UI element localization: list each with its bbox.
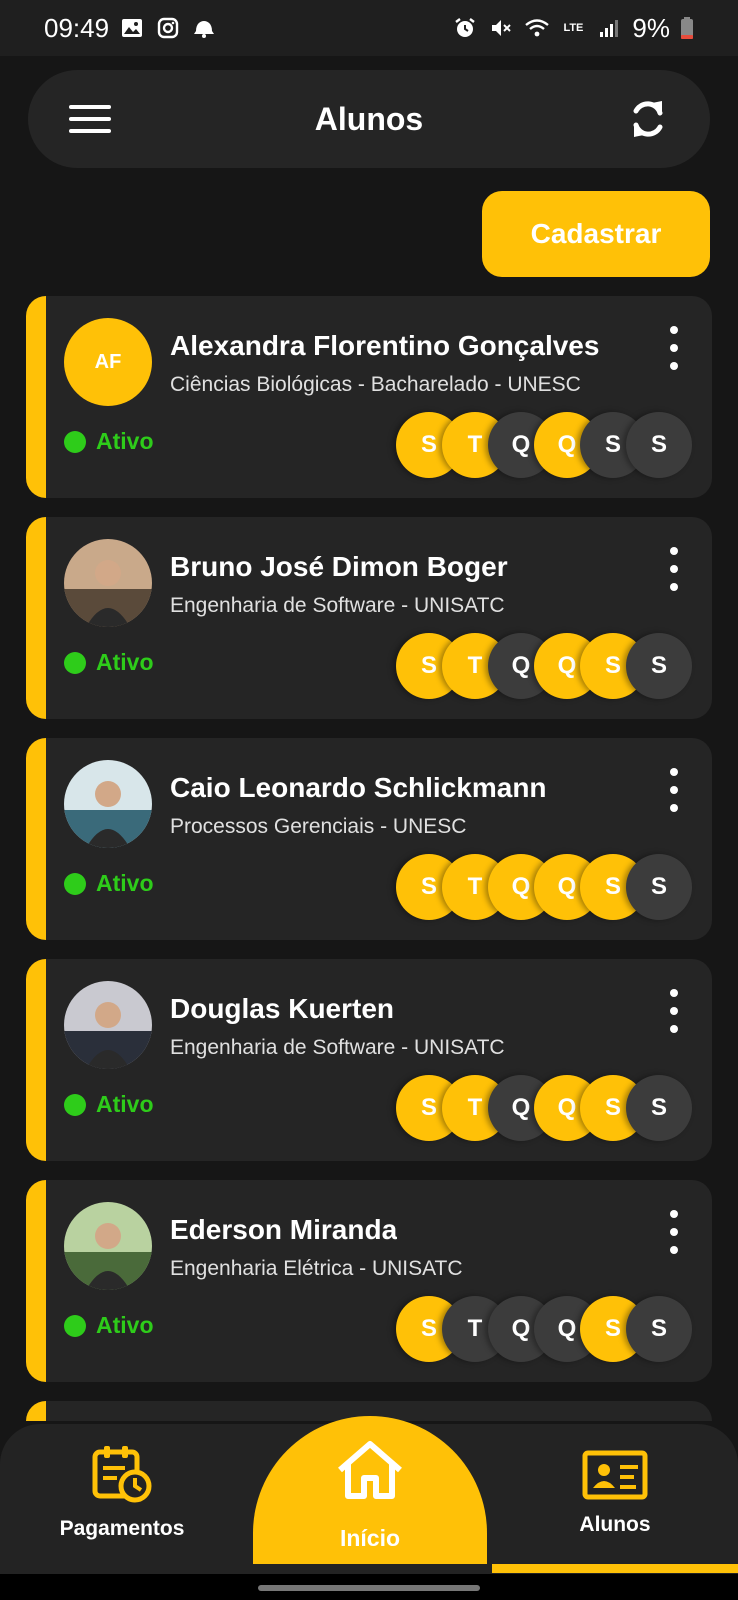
status-dot-icon	[64, 430, 86, 453]
status-time: 09:49	[44, 12, 110, 43]
student-course: Engenharia Elétrica - UNISATC	[170, 1257, 463, 1280]
student-card[interactable]: Bruno José Dimon Boger Engenharia de Soft…	[26, 517, 712, 719]
nav-alunos[interactable]: Alunos	[515, 1424, 715, 1574]
student-name: Alexandra Florentino Gonçalves	[170, 330, 600, 361]
status-label: Ativo	[96, 1091, 154, 1117]
status-label: Ativo	[96, 428, 154, 454]
payment-calendar-icon	[91, 1444, 153, 1509]
avatar-initials: AF	[64, 318, 152, 406]
student-card[interactable]: Ederson Miranda Engenharia Elétrica - UNI…	[26, 1180, 712, 1382]
image-icon	[119, 15, 145, 41]
status-dot-icon	[64, 872, 86, 895]
nav-pagamentos-label: Pagamentos	[59, 1517, 185, 1540]
status-dot-icon	[64, 651, 86, 674]
home-gesture-handle[interactable]	[258, 1585, 480, 1591]
instagram-icon	[155, 15, 181, 41]
refresh-icon[interactable]	[626, 97, 670, 141]
status-dot-icon	[64, 1314, 86, 1337]
more-options-icon[interactable]	[664, 547, 684, 591]
status-badge: Ativo	[64, 1312, 154, 1339]
battery-percent: 9%	[632, 12, 670, 43]
status-badge: Ativo	[64, 1091, 154, 1118]
status-label: Ativo	[96, 649, 154, 675]
cadastrar-button[interactable]: Cadastrar	[482, 191, 710, 277]
status-left: 09:49	[44, 13, 217, 44]
weekday-schedule: STQQSS	[396, 1296, 696, 1362]
student-course: Processos Gerenciais - UNESC	[170, 815, 467, 838]
avatar-initials-text: AF	[94, 350, 122, 373]
id-card-icon	[582, 1450, 648, 1505]
status-right: LTE 9%	[452, 13, 694, 44]
status-label: Ativo	[96, 1312, 154, 1338]
home-icon	[334, 1438, 406, 1507]
mute-icon	[488, 15, 514, 41]
weekday-chip: S	[626, 412, 692, 478]
avatar-photo	[64, 1202, 152, 1290]
more-options-icon[interactable]	[664, 326, 684, 370]
weekday-schedule: STQQSS	[396, 1075, 696, 1141]
wifi-icon	[524, 15, 550, 41]
student-name: Ederson Miranda	[170, 1214, 398, 1245]
weekday-chip: S	[626, 1075, 692, 1141]
menu-icon[interactable]	[68, 97, 112, 141]
weekday-chip: S	[626, 854, 692, 920]
battery-icon	[680, 15, 694, 41]
weekday-chip: S	[626, 633, 692, 699]
status-badge: Ativo	[64, 428, 154, 455]
student-course: Engenharia de Software - UNISATC	[170, 1036, 505, 1059]
weekday-schedule: STQQSS	[396, 412, 696, 478]
avatar-photo	[64, 539, 152, 627]
volte-icon: LTE	[560, 15, 586, 41]
status-badge: Ativo	[64, 870, 154, 897]
student-name: Bruno José Dimon Boger	[170, 551, 508, 582]
page-title: Alunos	[314, 100, 424, 137]
network-label: LTE	[563, 21, 584, 34]
more-options-icon[interactable]	[664, 768, 684, 812]
more-options-icon[interactable]	[664, 989, 684, 1033]
student-list[interactable]: AF Alexandra Florentino Gonçalves Ciências…	[26, 296, 712, 1421]
status-bar: 09:49 LTE 9%	[0, 0, 738, 56]
more-options-icon[interactable]	[664, 1210, 684, 1254]
status-badge: Ativo	[64, 649, 154, 676]
top-app-bar: Alunos	[28, 70, 710, 168]
student-card[interactable]: Caio Leonardo Schlickmann Processos Geren…	[26, 738, 712, 940]
student-course: Ciências Biológicas - Bacharelado - UNES…	[170, 373, 581, 396]
nav-pagamentos[interactable]: Pagamentos	[22, 1424, 222, 1574]
avatar-photo	[64, 981, 152, 1069]
nav-inicio-label: Início	[339, 1525, 401, 1551]
weekday-chip: S	[626, 1296, 692, 1362]
student-card[interactable]: Douglas Kuerten Engenharia de Software - …	[26, 959, 712, 1161]
notification-icon	[191, 15, 217, 41]
alarm-icon	[452, 15, 478, 41]
nav-alunos-label: Alunos	[579, 1513, 651, 1536]
weekday-schedule: STQQSS	[396, 854, 696, 920]
weekday-schedule: STQQSS	[396, 633, 696, 699]
signal-icon	[596, 15, 622, 41]
status-label: Ativo	[96, 870, 154, 896]
student-name: Caio Leonardo Schlickmann	[170, 772, 547, 803]
active-tab-indicator	[492, 1564, 738, 1573]
avatar-photo	[64, 760, 152, 848]
student-name: Douglas Kuerten	[170, 993, 395, 1024]
status-dot-icon	[64, 1093, 86, 1116]
student-card[interactable]: AF Alexandra Florentino Gonçalves Ciências…	[26, 296, 712, 498]
student-course: Engenharia de Software - UNISATC	[170, 594, 505, 617]
